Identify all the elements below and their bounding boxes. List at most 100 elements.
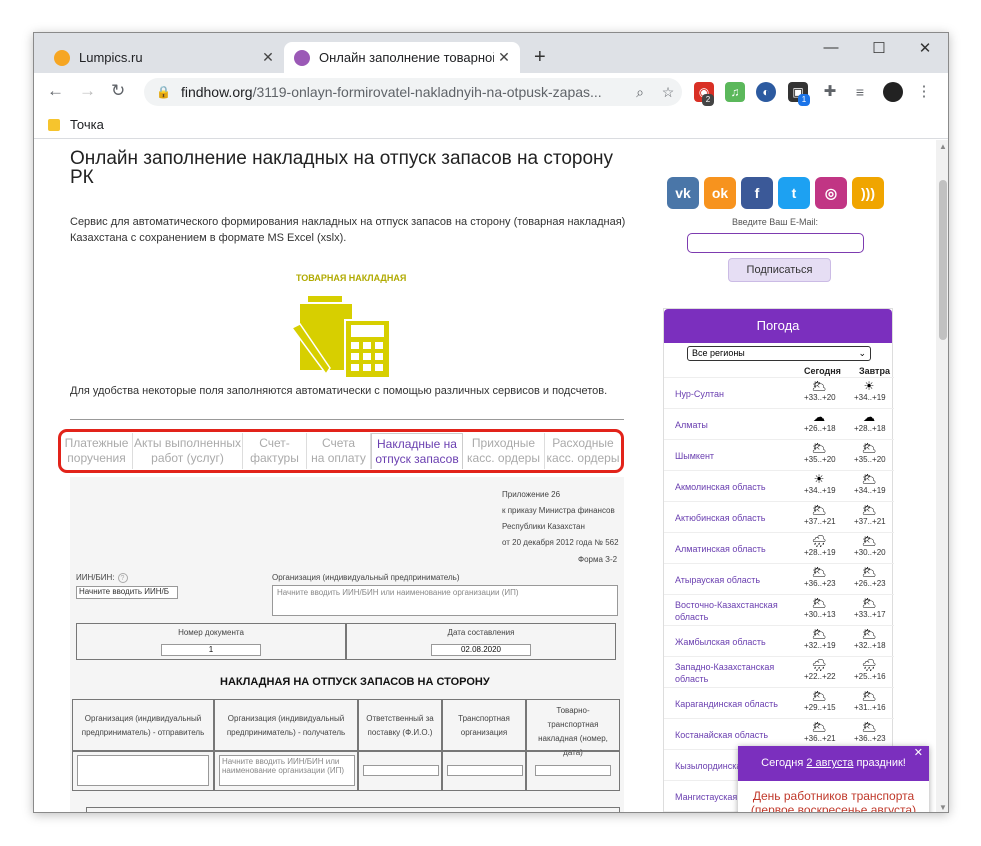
weather-icon: 🌥 bbox=[811, 689, 827, 703]
bookmark-star-icon[interactable]: ☆ bbox=[654, 84, 682, 101]
weather-icon: 🌧 bbox=[811, 658, 827, 672]
city-link[interactable]: Нур-Султан bbox=[675, 381, 785, 407]
region-select[interactable]: Все регионы ⌄ bbox=[687, 346, 871, 361]
city-link[interactable]: Шымкент bbox=[675, 443, 785, 469]
today-forecast: 🌧 +28..+19 bbox=[804, 534, 836, 558]
tab-payment-orders[interactable]: Платежные поручения bbox=[61, 433, 133, 469]
maximize-button[interactable]: ☐ bbox=[856, 39, 902, 57]
today-forecast: 🌥 +36..+21 bbox=[804, 721, 836, 744]
folder-icon bbox=[48, 118, 60, 131]
instagram-icon[interactable]: ◎ bbox=[815, 177, 847, 209]
forward-arrow-icon[interactable]: → bbox=[79, 81, 96, 101]
tab-bills[interactable]: Счета на оплату bbox=[307, 433, 371, 469]
media-queue-icon[interactable]: ≡ bbox=[850, 82, 870, 102]
date-link[interactable]: 2 августа bbox=[806, 757, 853, 769]
temperature: +31..+16 bbox=[854, 703, 886, 712]
twitter-icon[interactable]: t bbox=[778, 177, 810, 209]
city-link[interactable]: Западно-Казахстанская область bbox=[675, 660, 785, 686]
tomorrow-forecast: 🌥 +33..+17 bbox=[854, 597, 886, 620]
facebook-icon[interactable]: f bbox=[741, 177, 773, 209]
city-link[interactable]: Акмолинская область bbox=[675, 474, 785, 500]
profile-avatar[interactable] bbox=[883, 82, 903, 102]
city-link[interactable]: Алматы bbox=[675, 412, 785, 438]
city-link[interactable]: Карагандинская область bbox=[675, 691, 785, 717]
sender-input[interactable] bbox=[77, 755, 209, 786]
weather-row: Западно-Казахстанская область 🌧 +22..+22 🌧 +… bbox=[664, 656, 894, 687]
docnum-input[interactable]: 1 bbox=[161, 644, 261, 656]
city-link[interactable]: Алматинская область bbox=[675, 536, 785, 562]
tab-title: Lumpics.ru bbox=[79, 50, 143, 65]
today-forecast: 🌥 +30..+13 bbox=[804, 596, 836, 620]
vk-icon[interactable]: vk bbox=[667, 177, 699, 209]
extensions-puzzle-icon[interactable]: ✚ bbox=[820, 82, 840, 102]
today-forecast: 🌧 +22..+22 bbox=[804, 658, 836, 682]
odnoklassniki-icon[interactable]: ok bbox=[704, 177, 736, 209]
city-link[interactable]: Жамбылская область bbox=[675, 629, 785, 655]
temperature: +36..+23 bbox=[804, 579, 836, 588]
menu-kebab-icon[interactable]: ⋮ bbox=[914, 82, 934, 102]
temperature: +25..+16 bbox=[854, 672, 886, 681]
weather-icon: 🌥 bbox=[861, 472, 877, 486]
recipient-input[interactable]: Начните вводить ИИН/БИН или наименование… bbox=[219, 755, 355, 786]
tab-receipt-orders[interactable]: Приходные касс. ордеры bbox=[463, 433, 545, 469]
scroll-thumb[interactable] bbox=[939, 180, 947, 340]
city-link[interactable]: Костанайская область bbox=[675, 722, 785, 748]
vpn-extension-icon[interactable]: ◐ bbox=[756, 82, 776, 102]
weather-icon: 🌥 bbox=[811, 379, 827, 393]
temperature: +29..+15 bbox=[804, 703, 836, 712]
tab-close-icon[interactable]: ✕ bbox=[258, 49, 278, 66]
weather-row: Костанайская область 🌥 +36..+21 🌥 +36..+23 bbox=[664, 718, 894, 749]
email-input[interactable] bbox=[687, 233, 864, 253]
new-tab-button[interactable]: + bbox=[534, 46, 546, 69]
bookmark-tochka[interactable]: Точка bbox=[48, 117, 104, 132]
temperature: +37..+21 bbox=[854, 517, 886, 526]
subscribe-button[interactable]: Подписаться bbox=[728, 258, 831, 282]
tab-close-icon[interactable]: ✕ bbox=[494, 49, 514, 66]
tomorrow-forecast: 🌥 +26..+23 bbox=[854, 566, 886, 589]
weather-row: Актюбинская область 🌥 +37..+21 🌥 +37..+21 bbox=[664, 501, 894, 532]
minimize-button[interactable]: — bbox=[808, 39, 854, 56]
tomorrow-forecast: ☀ +34..+19 bbox=[854, 379, 886, 403]
form-number: Форма З-2 bbox=[578, 555, 618, 564]
zoom-icon[interactable]: ⌕ bbox=[626, 84, 654, 101]
tab-lumpics[interactable]: Lumpics.ru ✕ bbox=[44, 42, 284, 73]
date-input[interactable]: 02.08.2020 bbox=[431, 644, 531, 656]
address-bar[interactable]: 🔒 findhow.org/3119-onlayn-formirovatel-n… bbox=[144, 78, 682, 106]
logo-caption: ТОВАРНАЯ НАКЛАДНАЯ bbox=[296, 273, 407, 283]
close-window-button[interactable]: ✕ bbox=[902, 39, 948, 57]
tab-findhow[interactable]: Онлайн заполнение товарной н ✕ bbox=[284, 42, 520, 73]
org-input[interactable]: Начните вводить ИИН/БИН или наименование… bbox=[272, 585, 618, 616]
music-extension-icon[interactable]: ♫ bbox=[725, 82, 745, 102]
temperature: +36..+23 bbox=[854, 734, 886, 743]
ttn-input[interactable] bbox=[535, 765, 611, 776]
weather-icon: 🌧 bbox=[811, 534, 827, 548]
temperature: +34..+19 bbox=[804, 486, 836, 495]
tab-expense-orders[interactable]: Расходные касс. ордеры bbox=[545, 433, 621, 469]
box-badge: 1 bbox=[798, 94, 810, 106]
responsible-input[interactable] bbox=[363, 765, 439, 776]
col-sender: Организация (индивидуальный предпринимат… bbox=[72, 699, 214, 751]
weather-icon: 🌥 bbox=[811, 596, 827, 610]
autofill-note: Для удобства некоторые поля заполняются … bbox=[70, 385, 608, 397]
weather-row: Шымкент 🌥 +35..+20 🌥 +35..+20 bbox=[664, 439, 894, 470]
back-arrow-icon[interactable]: ← bbox=[47, 81, 64, 101]
temperature: +28..+18 bbox=[854, 424, 886, 433]
col-transport: Транспортная организация bbox=[442, 699, 526, 751]
transport-input[interactable] bbox=[447, 765, 523, 776]
scrollbar[interactable]: ▲ ▼ bbox=[936, 140, 948, 812]
iin-input[interactable]: Начните вводить ИИН/Б bbox=[76, 586, 178, 599]
city-link[interactable]: Восточно-Казахстанская область bbox=[675, 598, 785, 624]
tab-invoices[interactable]: Счет-фактуры bbox=[243, 433, 307, 469]
rss-icon[interactable]: ))) bbox=[852, 177, 884, 209]
weather-icon: ☀ bbox=[863, 379, 875, 393]
city-link[interactable]: Актюбинская область bbox=[675, 505, 785, 531]
tab-waybills[interactable]: Накладные на отпуск запасов bbox=[371, 433, 463, 469]
tab-acts[interactable]: Акты выполненных работ (услуг) bbox=[133, 433, 243, 469]
popup-close-icon[interactable]: ✕ bbox=[914, 746, 923, 759]
col-responsible: Ответственный за поставку (Ф.И.О.) bbox=[358, 699, 442, 751]
weather-row: Алматы ☁ +26..+18 ☁ +28..+18 bbox=[664, 408, 894, 439]
reload-icon[interactable]: ↻ bbox=[111, 81, 125, 101]
city-link[interactable]: Атырауская область bbox=[675, 567, 785, 593]
weather-icon: 🌥 bbox=[811, 503, 827, 517]
today-forecast: ☁ +26..+18 bbox=[804, 411, 836, 434]
